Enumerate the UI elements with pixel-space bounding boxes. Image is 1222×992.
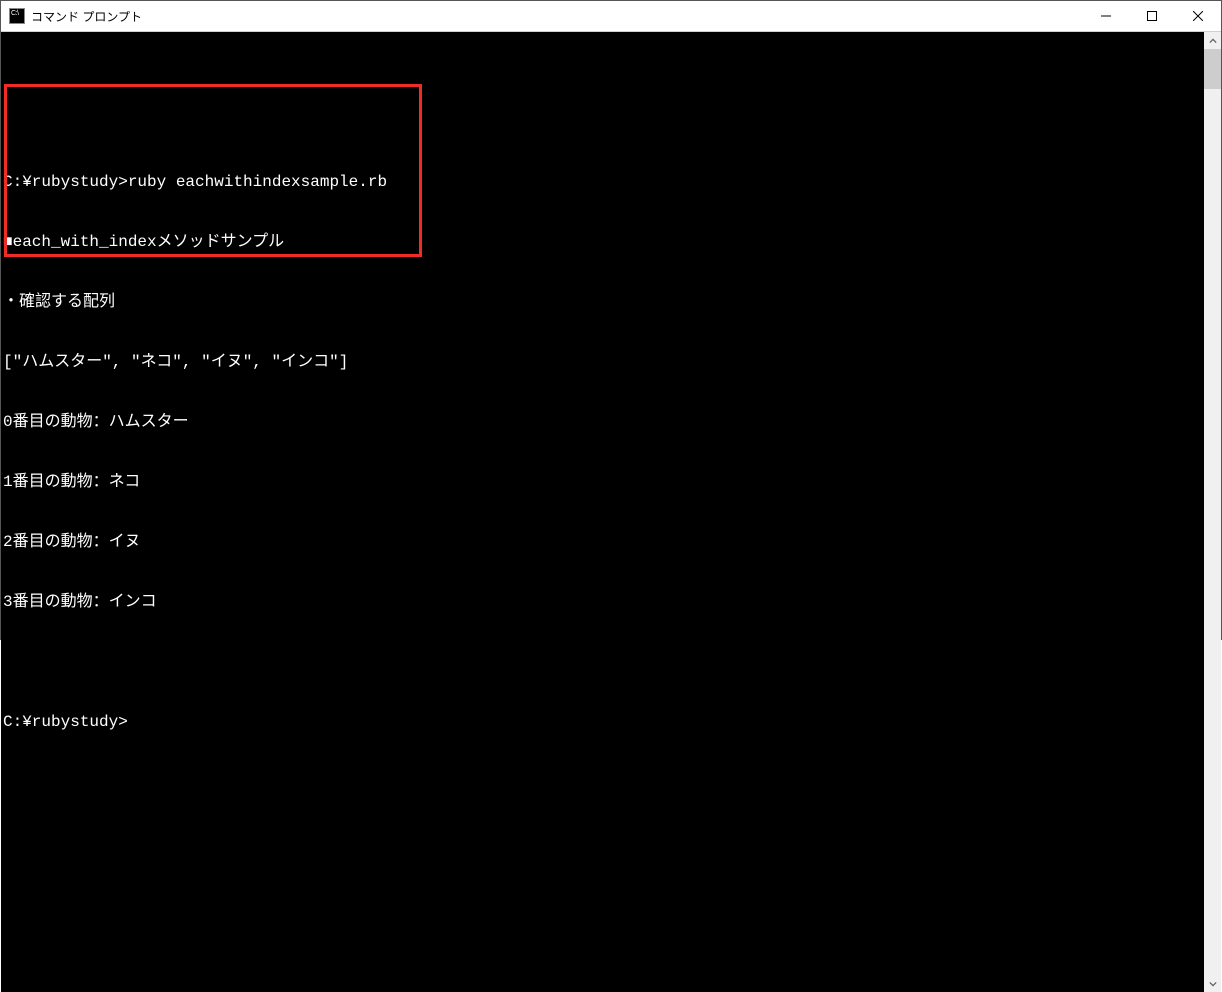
command-prompt-window: C:\ コマンド プロンプト C:¥rubystudy>ruby eachwit… (0, 0, 1222, 640)
window-title: コマンド プロンプト (31, 8, 142, 25)
terminal-line (1, 772, 1204, 792)
terminal[interactable]: C:¥rubystudy>ruby eachwithindexsample.rb… (1, 32, 1204, 992)
terminal-line: 2番目の動物：イヌ (1, 532, 1204, 552)
terminal-content: C:¥rubystudy>ruby eachwithindexsample.rb… (1, 72, 1204, 952)
scroll-thumb[interactable] (1204, 49, 1221, 89)
command-prompt-icon: C:\ (9, 8, 25, 24)
terminal-container: C:¥rubystudy>ruby eachwithindexsample.rb… (1, 32, 1221, 992)
maximize-icon (1147, 11, 1157, 21)
chevron-up-icon (1209, 37, 1217, 45)
close-button[interactable] (1175, 1, 1221, 31)
scroll-track[interactable] (1204, 49, 1221, 975)
terminal-line (1, 652, 1204, 672)
terminal-line: 3番目の動物：インコ (1, 592, 1204, 612)
scroll-down-button[interactable] (1204, 975, 1221, 992)
terminal-line: 0番目の動物：ハムスター (1, 412, 1204, 432)
terminal-line: C:¥rubystudy>ruby eachwithindexsample.rb (1, 172, 1204, 192)
terminal-line: ■each_with_indexメソッドサンプル (1, 232, 1204, 252)
vertical-scrollbar[interactable] (1204, 32, 1221, 992)
titlebar-left: C:\ コマンド プロンプト (1, 8, 142, 25)
minimize-icon (1101, 11, 1111, 21)
terminal-line: ・確認する配列 (1, 292, 1204, 312)
scroll-up-button[interactable] (1204, 32, 1221, 49)
window-controls (1083, 1, 1221, 31)
minimize-button[interactable] (1083, 1, 1129, 31)
titlebar[interactable]: C:\ コマンド プロンプト (1, 1, 1221, 32)
terminal-line: C:¥rubystudy> (1, 712, 1204, 732)
terminal-line: 1番目の動物：ネコ (1, 472, 1204, 492)
terminal-line (1, 112, 1204, 132)
terminal-line: ["ハムスター", "ネコ", "イヌ", "インコ"] (1, 352, 1204, 372)
chevron-down-icon (1209, 980, 1217, 988)
terminal-line (1, 832, 1204, 852)
terminal-line (1, 892, 1204, 912)
close-icon (1193, 11, 1203, 21)
maximize-button[interactable] (1129, 1, 1175, 31)
